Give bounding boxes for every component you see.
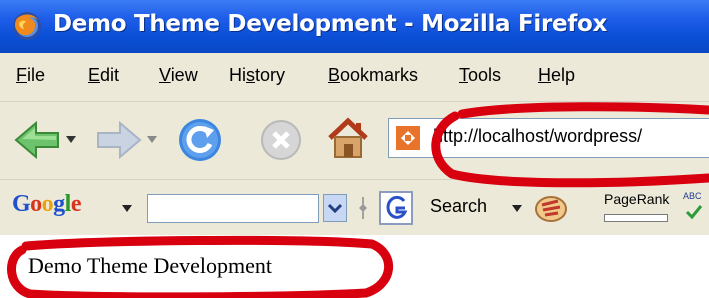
home-icon[interactable] xyxy=(326,116,370,160)
google-toolbar: Google Search PageRank ABC xyxy=(0,179,709,236)
spellcheck-label: ABC xyxy=(683,191,702,201)
menu-bookmarks[interactable]: Bookmarks xyxy=(328,65,418,86)
firefox-logo-icon xyxy=(13,12,41,40)
reload-icon[interactable] xyxy=(177,117,223,163)
news-icon[interactable] xyxy=(534,193,568,223)
forward-dropdown-icon[interactable] xyxy=(147,136,157,144)
google-logo[interactable]: Google xyxy=(12,191,82,218)
site-title[interactable]: Demo Theme Development xyxy=(28,253,272,279)
menu-help[interactable]: Help xyxy=(538,65,575,86)
google-search-input[interactable] xyxy=(147,194,319,223)
spellcheck-check-icon[interactable] xyxy=(685,204,703,220)
google-menu-dropdown-icon[interactable] xyxy=(122,205,132,213)
menu-view[interactable]: View xyxy=(159,65,198,86)
pagerank-meter xyxy=(604,214,668,222)
page-favicon-icon xyxy=(396,126,420,150)
menu-bar: File Edit View History Bookmarks Tools H… xyxy=(0,53,709,101)
window-title-bar[interactable]: Demo Theme Development - Mozilla Firefox xyxy=(0,0,709,53)
menu-file[interactable]: File xyxy=(16,65,45,86)
menu-edit[interactable]: Edit xyxy=(88,65,119,86)
google-search-dropdown-icon[interactable] xyxy=(323,194,347,222)
url-text: http://localhost/wordpress/ xyxy=(433,126,643,146)
search-dropdown-icon[interactable] xyxy=(512,205,522,213)
stop-icon[interactable] xyxy=(260,119,302,161)
google-search-icon[interactable] xyxy=(379,191,413,225)
menu-history[interactable]: History xyxy=(229,65,285,86)
navigation-toolbar: http://localhost/wordpress/ xyxy=(0,101,709,180)
back-arrow-icon[interactable] xyxy=(14,120,60,160)
page-content: Demo Theme Development xyxy=(0,235,709,298)
toolbar-resize-handle-icon[interactable] xyxy=(357,195,369,221)
menu-tools[interactable]: Tools xyxy=(459,65,501,86)
google-search-button[interactable]: Search xyxy=(430,196,487,217)
window-title: Demo Theme Development - Mozilla Firefox xyxy=(53,11,608,37)
forward-arrow-icon[interactable] xyxy=(96,120,142,160)
url-bar[interactable]: http://localhost/wordpress/ xyxy=(388,118,709,158)
back-dropdown-icon[interactable] xyxy=(66,136,76,144)
pagerank-label: PageRank xyxy=(604,191,670,207)
